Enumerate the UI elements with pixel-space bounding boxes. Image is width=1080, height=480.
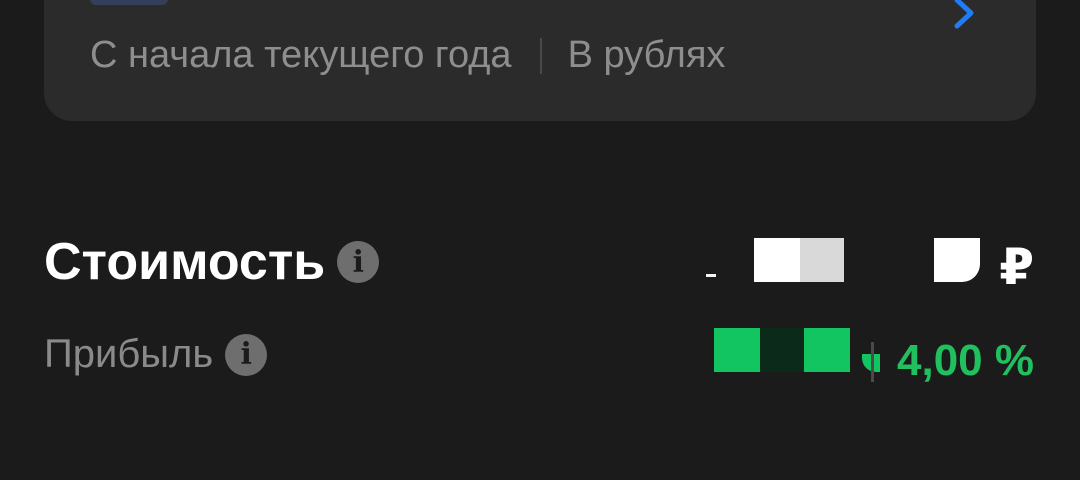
- chevron-right-icon[interactable]: [952, 0, 978, 30]
- info-icon[interactable]: i: [337, 241, 380, 283]
- mask-block: [714, 328, 760, 372]
- mask-block: [934, 238, 980, 282]
- info-icon-glyph: i: [352, 244, 364, 280]
- filter-summary: С начала текущего года В рублях: [90, 34, 725, 77]
- currency-label: В рублях: [567, 34, 726, 76]
- mask-block: [754, 238, 800, 282]
- portfolio-screen: С начала текущего года В рублях Стоимост…: [0, 0, 1080, 480]
- profit-title: Прибыль: [44, 332, 214, 376]
- value-title-group: Стоимость i: [44, 232, 380, 292]
- card-chip: [90, 0, 168, 5]
- profit-percent: 4,00 %: [897, 336, 1034, 385]
- profit-values: 4,00 %: [576, 328, 1036, 385]
- period-label: С начала текущего года: [90, 34, 512, 76]
- mask-block: [800, 238, 844, 282]
- value-title: Стоимость: [44, 233, 326, 291]
- profit-divider: [871, 342, 874, 382]
- mask-fragment: [706, 274, 716, 277]
- period-filter-card[interactable]: С начала текущего года В рублях: [44, 0, 1036, 121]
- filter-divider: [539, 37, 542, 74]
- mask-block: [804, 328, 850, 372]
- portfolio-profit-row: Прибыль i 4,00 %: [44, 328, 1036, 385]
- currency-sign: ₽: [999, 239, 1034, 295]
- info-icon-glyph: i: [240, 337, 252, 372]
- info-icon[interactable]: i: [225, 333, 268, 376]
- portfolio-value-row: Стоимость i ₽: [44, 228, 1036, 295]
- mask-block: [760, 328, 804, 372]
- value-amount-masked: ₽: [706, 236, 1036, 295]
- profit-title-group: Прибыль i: [44, 332, 268, 377]
